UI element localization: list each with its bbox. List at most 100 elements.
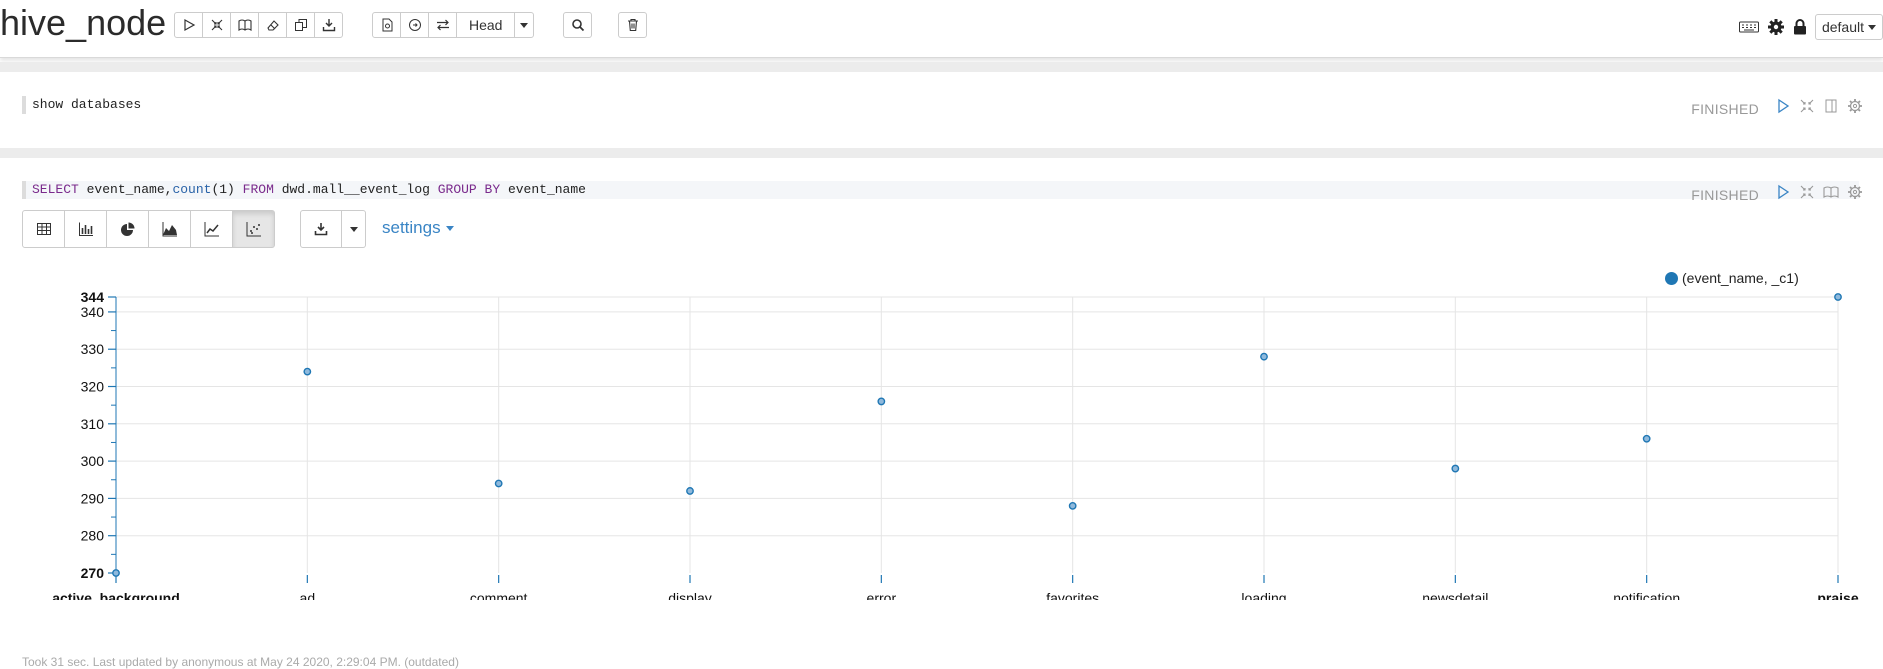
collapse-paragraph-button[interactable]: [1799, 184, 1815, 205]
scatter-point: [1451, 464, 1460, 473]
collapse-icon: [1800, 185, 1814, 199]
download-icon: [314, 223, 328, 236]
delete-group: [618, 12, 647, 38]
y-tick-label: 320: [81, 379, 105, 395]
code-token: (1): [211, 182, 243, 197]
x-tick-label: ad: [300, 590, 316, 600]
table-icon: [36, 223, 51, 235]
export-icon: [322, 19, 335, 32]
note-title[interactable]: hive_node: [0, 2, 166, 44]
version-control-group: Head: [372, 12, 535, 38]
search-icon: [571, 19, 584, 32]
search-button[interactable]: [563, 12, 592, 38]
chevron-down-icon: [349, 226, 358, 232]
scatter-point: [1068, 501, 1077, 510]
scatter-point: [1260, 352, 1268, 361]
scatter-point: [303, 367, 312, 376]
note-header: hive_node Head default: [0, 0, 1883, 58]
collapse-all-button[interactable]: [202, 12, 231, 38]
y-tick-label: 340: [81, 304, 105, 320]
paragraph-1-controls: FINISHED: [1691, 98, 1863, 119]
collapse-icon: [1800, 99, 1814, 113]
y-tick-label: 280: [81, 528, 105, 544]
run-icon: [1778, 98, 1790, 114]
clear-output-button[interactable]: [258, 12, 287, 38]
gear-icon: [1848, 185, 1862, 199]
pie-chart-icon: [120, 222, 134, 236]
scatter-point: [877, 397, 886, 406]
collapse-paragraph-button[interactable]: [1799, 98, 1815, 119]
note-permissions-button[interactable]: [1793, 19, 1807, 35]
chevron-down-icon: [520, 22, 529, 28]
clone-icon: [294, 19, 307, 31]
y-tick-label: 330: [81, 341, 105, 357]
head-revision-selector[interactable]: Head: [456, 12, 516, 38]
head-revision-dropdown[interactable]: [514, 12, 535, 38]
compare-icon: [436, 19, 449, 31]
show-hide-output-button[interactable]: [230, 12, 259, 38]
code-token: count: [172, 182, 212, 197]
columns-icon: [1825, 99, 1837, 113]
run-icon: [1778, 184, 1790, 200]
paragraph-separator: [0, 62, 1883, 72]
chart-settings-toggle[interactable]: settings: [382, 218, 454, 238]
x-tick-label: loading: [1241, 590, 1286, 600]
paragraph-1-settings-button[interactable]: [1847, 98, 1863, 119]
viz-table-button[interactable]: [22, 210, 65, 248]
paragraph-1-status: FINISHED: [1691, 100, 1759, 117]
bar-chart-icon: [78, 222, 93, 236]
version-commit-icon: [382, 18, 392, 32]
scatter-point: [686, 487, 694, 495]
viz-pie-chart-button[interactable]: [106, 210, 149, 248]
chevron-down-icon: [445, 225, 454, 231]
scatter-point: [494, 479, 503, 488]
interpreter-settings-button[interactable]: [1767, 18, 1785, 36]
y-tick-label: 344: [81, 289, 105, 305]
visualization-toolbar: [22, 210, 275, 248]
y-tick-label: 290: [81, 490, 105, 506]
toggle-output-button[interactable]: [1823, 184, 1839, 205]
paragraph-separator: [0, 148, 1883, 158]
download-data-button[interactable]: [300, 210, 342, 248]
paragraph-1-code[interactable]: show databases: [22, 96, 141, 114]
paragraph-2-settings-button[interactable]: [1847, 184, 1863, 205]
version-commit-button[interactable]: [372, 12, 401, 38]
x-tick-label: error: [867, 590, 897, 600]
download-group: [300, 210, 366, 248]
viz-scatter-chart-button[interactable]: [232, 210, 275, 248]
scatter-point: [1642, 434, 1651, 443]
paragraph-2-status: FINISHED: [1691, 186, 1759, 203]
y-tick-label: 300: [81, 453, 105, 469]
paragraph-2-controls: FINISHED: [1691, 184, 1863, 205]
export-note-button[interactable]: [314, 12, 343, 38]
run-all-button[interactable]: [174, 12, 203, 38]
gear-icon: [1848, 99, 1862, 113]
lock-icon: [1793, 19, 1806, 35]
compare-revisions-button[interactable]: [428, 12, 457, 38]
viz-line-chart-button[interactable]: [190, 210, 233, 248]
toggle-editor-button[interactable]: [1823, 98, 1839, 119]
settings-label: settings: [382, 218, 441, 237]
download-format-dropdown[interactable]: [342, 210, 366, 248]
revision-button[interactable]: [400, 12, 429, 38]
code-token: dwd.mall__event_log: [273, 182, 438, 197]
code-token: GROUP BY: [437, 182, 501, 197]
viz-area-chart-button[interactable]: [148, 210, 191, 248]
x-tick-label: active_background: [52, 590, 180, 600]
paragraph-2-code[interactable]: SELECT event_name,count(1) FROM dwd.mall…: [22, 181, 1859, 199]
x-tick-label: newsdetail: [1422, 590, 1488, 600]
trash-icon: [627, 18, 638, 32]
y-tick-label: 310: [81, 416, 105, 432]
note-settings-tools: default: [1738, 14, 1883, 40]
interpreter-binding-selector[interactable]: default: [1814, 14, 1883, 40]
viz-bar-chart-button[interactable]: [64, 210, 107, 248]
eraser-icon: [266, 20, 279, 31]
run-paragraph-button[interactable]: [1775, 184, 1791, 205]
x-tick-label: praise: [1817, 590, 1858, 600]
keyboard-shortcut-button[interactable]: [1738, 20, 1759, 34]
area-chart-icon: [162, 222, 177, 237]
clone-note-button[interactable]: [286, 12, 315, 38]
delete-note-button[interactable]: [618, 12, 647, 38]
run-paragraph-button[interactable]: [1775, 98, 1791, 119]
code-token: event_name,: [78, 182, 173, 197]
